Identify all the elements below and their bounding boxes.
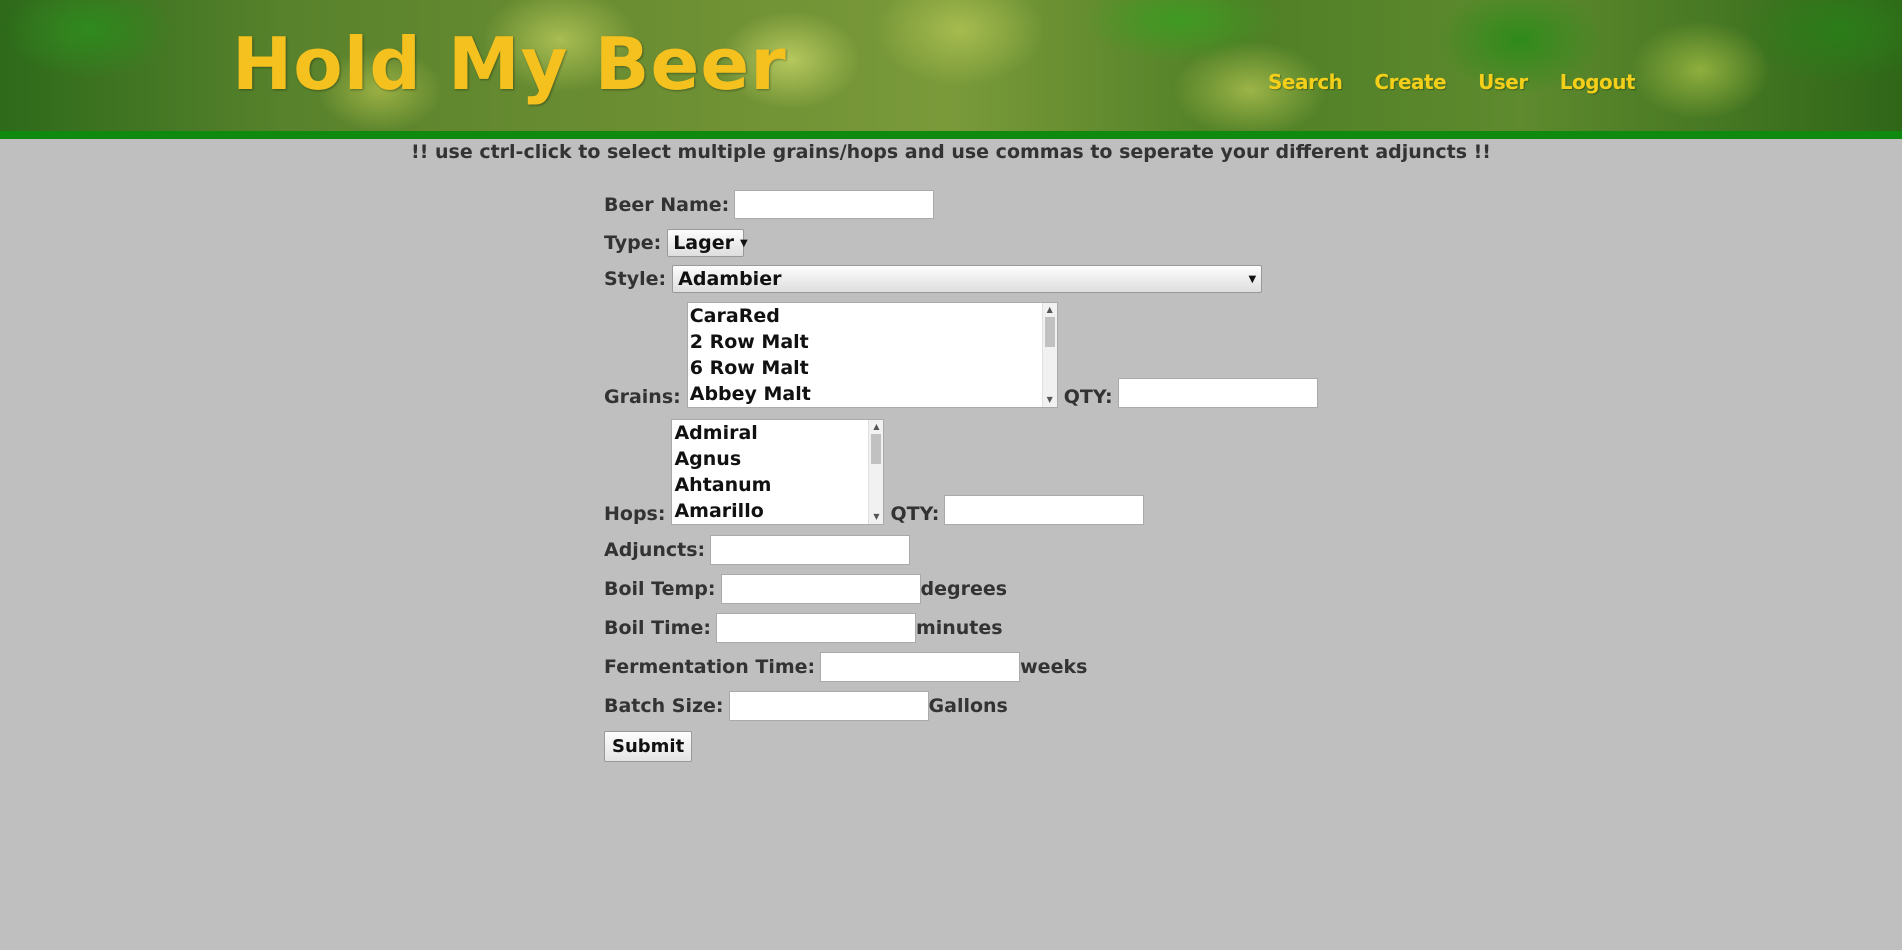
grains-scrollbar[interactable]: ▲ ▼ bbox=[1041, 303, 1057, 407]
boil-temp-input[interactable] bbox=[720, 574, 921, 604]
grains-label: Grains: bbox=[604, 386, 681, 408]
nav-create-link[interactable]: Create bbox=[1374, 70, 1446, 94]
type-row: Type: Lager ▼ bbox=[604, 229, 748, 257]
nav-logout-link[interactable]: Logout bbox=[1560, 70, 1636, 94]
boil-temp-row: Boil Temp: degrees bbox=[604, 574, 1007, 604]
boil-time-input[interactable] bbox=[715, 613, 916, 643]
grains-option[interactable]: 6 Row Malt bbox=[688, 355, 1057, 381]
hops-row: Hops: Admiral Agnus Ahtanum Amarillo ▲ ▼… bbox=[604, 419, 1145, 525]
grains-row: Grains: CaraRed 2 Row Malt 6 Row Malt Ab… bbox=[604, 302, 1318, 408]
style-label: Style: bbox=[604, 268, 667, 290]
beer-name-label: Beer Name: bbox=[604, 193, 730, 216]
hops-qty-label: QTY: bbox=[890, 503, 940, 525]
dropdown-arrow-icon: ▼ bbox=[739, 237, 748, 249]
submit-row: Submit bbox=[604, 731, 693, 762]
dropdown-arrow-icon: ▼ bbox=[1248, 273, 1257, 285]
adjuncts-label: Adjuncts: bbox=[604, 539, 706, 561]
scroll-up-arrow-icon[interactable]: ▲ bbox=[869, 421, 883, 433]
hops-label: Hops: bbox=[604, 503, 666, 525]
nav-user-link[interactable]: User bbox=[1478, 70, 1528, 94]
submit-button[interactable]: Submit bbox=[604, 731, 693, 762]
fermentation-time-label: Fermentation Time: bbox=[604, 656, 816, 678]
type-label: Type: bbox=[604, 232, 662, 254]
scroll-up-arrow-icon[interactable]: ▲ bbox=[1043, 304, 1057, 316]
boil-time-row: Boil Time: minutes bbox=[604, 613, 1003, 643]
hops-option[interactable]: Ahtanum bbox=[672, 472, 883, 498]
hops-option[interactable]: Agnus bbox=[672, 446, 883, 472]
style-select[interactable]: Adambier ▼ bbox=[672, 265, 1263, 293]
scroll-thumb[interactable] bbox=[871, 434, 882, 464]
header-banner: Hold My Beer Search Create User Logout bbox=[0, 0, 1902, 131]
boil-time-label: Boil Time: bbox=[604, 617, 711, 639]
hops-option[interactable]: Amarillo bbox=[672, 498, 883, 524]
adjuncts-row: Adjuncts: bbox=[604, 535, 911, 565]
beer-name-row: Beer Name: bbox=[604, 190, 935, 219]
beer-name-input[interactable] bbox=[734, 190, 935, 219]
adjuncts-input[interactable] bbox=[710, 535, 911, 565]
hops-listbox[interactable]: Admiral Agnus Ahtanum Amarillo ▲ ▼ bbox=[671, 419, 885, 525]
boil-time-unit: minutes bbox=[915, 617, 1003, 639]
grains-qty-input[interactable] bbox=[1117, 378, 1318, 408]
batch-size-label: Batch Size: bbox=[604, 695, 724, 717]
nav-search-link[interactable]: Search bbox=[1268, 70, 1343, 94]
header-divider bbox=[0, 131, 1902, 139]
grains-option[interactable]: Abbey Malt bbox=[688, 381, 1057, 407]
boil-temp-unit: degrees bbox=[920, 578, 1008, 600]
fermentation-time-unit: weeks bbox=[1020, 656, 1088, 678]
fermentation-time-row: Fermentation Time: weeks bbox=[604, 652, 1087, 682]
hops-option[interactable]: Admiral bbox=[672, 420, 883, 446]
site-title: Hold My Beer bbox=[232, 22, 787, 106]
batch-size-input[interactable] bbox=[728, 691, 929, 721]
hops-scrollbar[interactable]: ▲ ▼ bbox=[868, 420, 884, 524]
scroll-down-arrow-icon[interactable]: ▼ bbox=[869, 511, 883, 523]
style-selected-value: Adambier bbox=[678, 268, 782, 290]
fermentation-time-input[interactable] bbox=[820, 652, 1021, 682]
instruction-notice: !! use ctrl-click to select multiple gra… bbox=[411, 141, 1491, 163]
type-select[interactable]: Lager ▼ bbox=[667, 229, 748, 257]
style-row: Style: Adambier ▼ bbox=[604, 265, 1263, 293]
batch-size-unit: Gallons bbox=[928, 695, 1008, 717]
scroll-down-arrow-icon[interactable]: ▼ bbox=[1043, 394, 1057, 406]
grains-listbox[interactable]: CaraRed 2 Row Malt 6 Row Malt Abbey Malt… bbox=[686, 302, 1058, 408]
batch-size-row: Batch Size: Gallons bbox=[604, 691, 1008, 721]
boil-temp-label: Boil Temp: bbox=[604, 578, 716, 600]
grains-option[interactable]: 2 Row Malt bbox=[688, 329, 1057, 355]
hops-qty-input[interactable] bbox=[944, 495, 1145, 525]
grains-qty-label: QTY: bbox=[1063, 386, 1113, 408]
scroll-thumb[interactable] bbox=[1044, 317, 1055, 347]
grains-option[interactable]: CaraRed bbox=[688, 303, 1057, 329]
main-nav: Search Create User Logout bbox=[1268, 70, 1636, 94]
type-selected-value: Lager bbox=[673, 232, 734, 254]
